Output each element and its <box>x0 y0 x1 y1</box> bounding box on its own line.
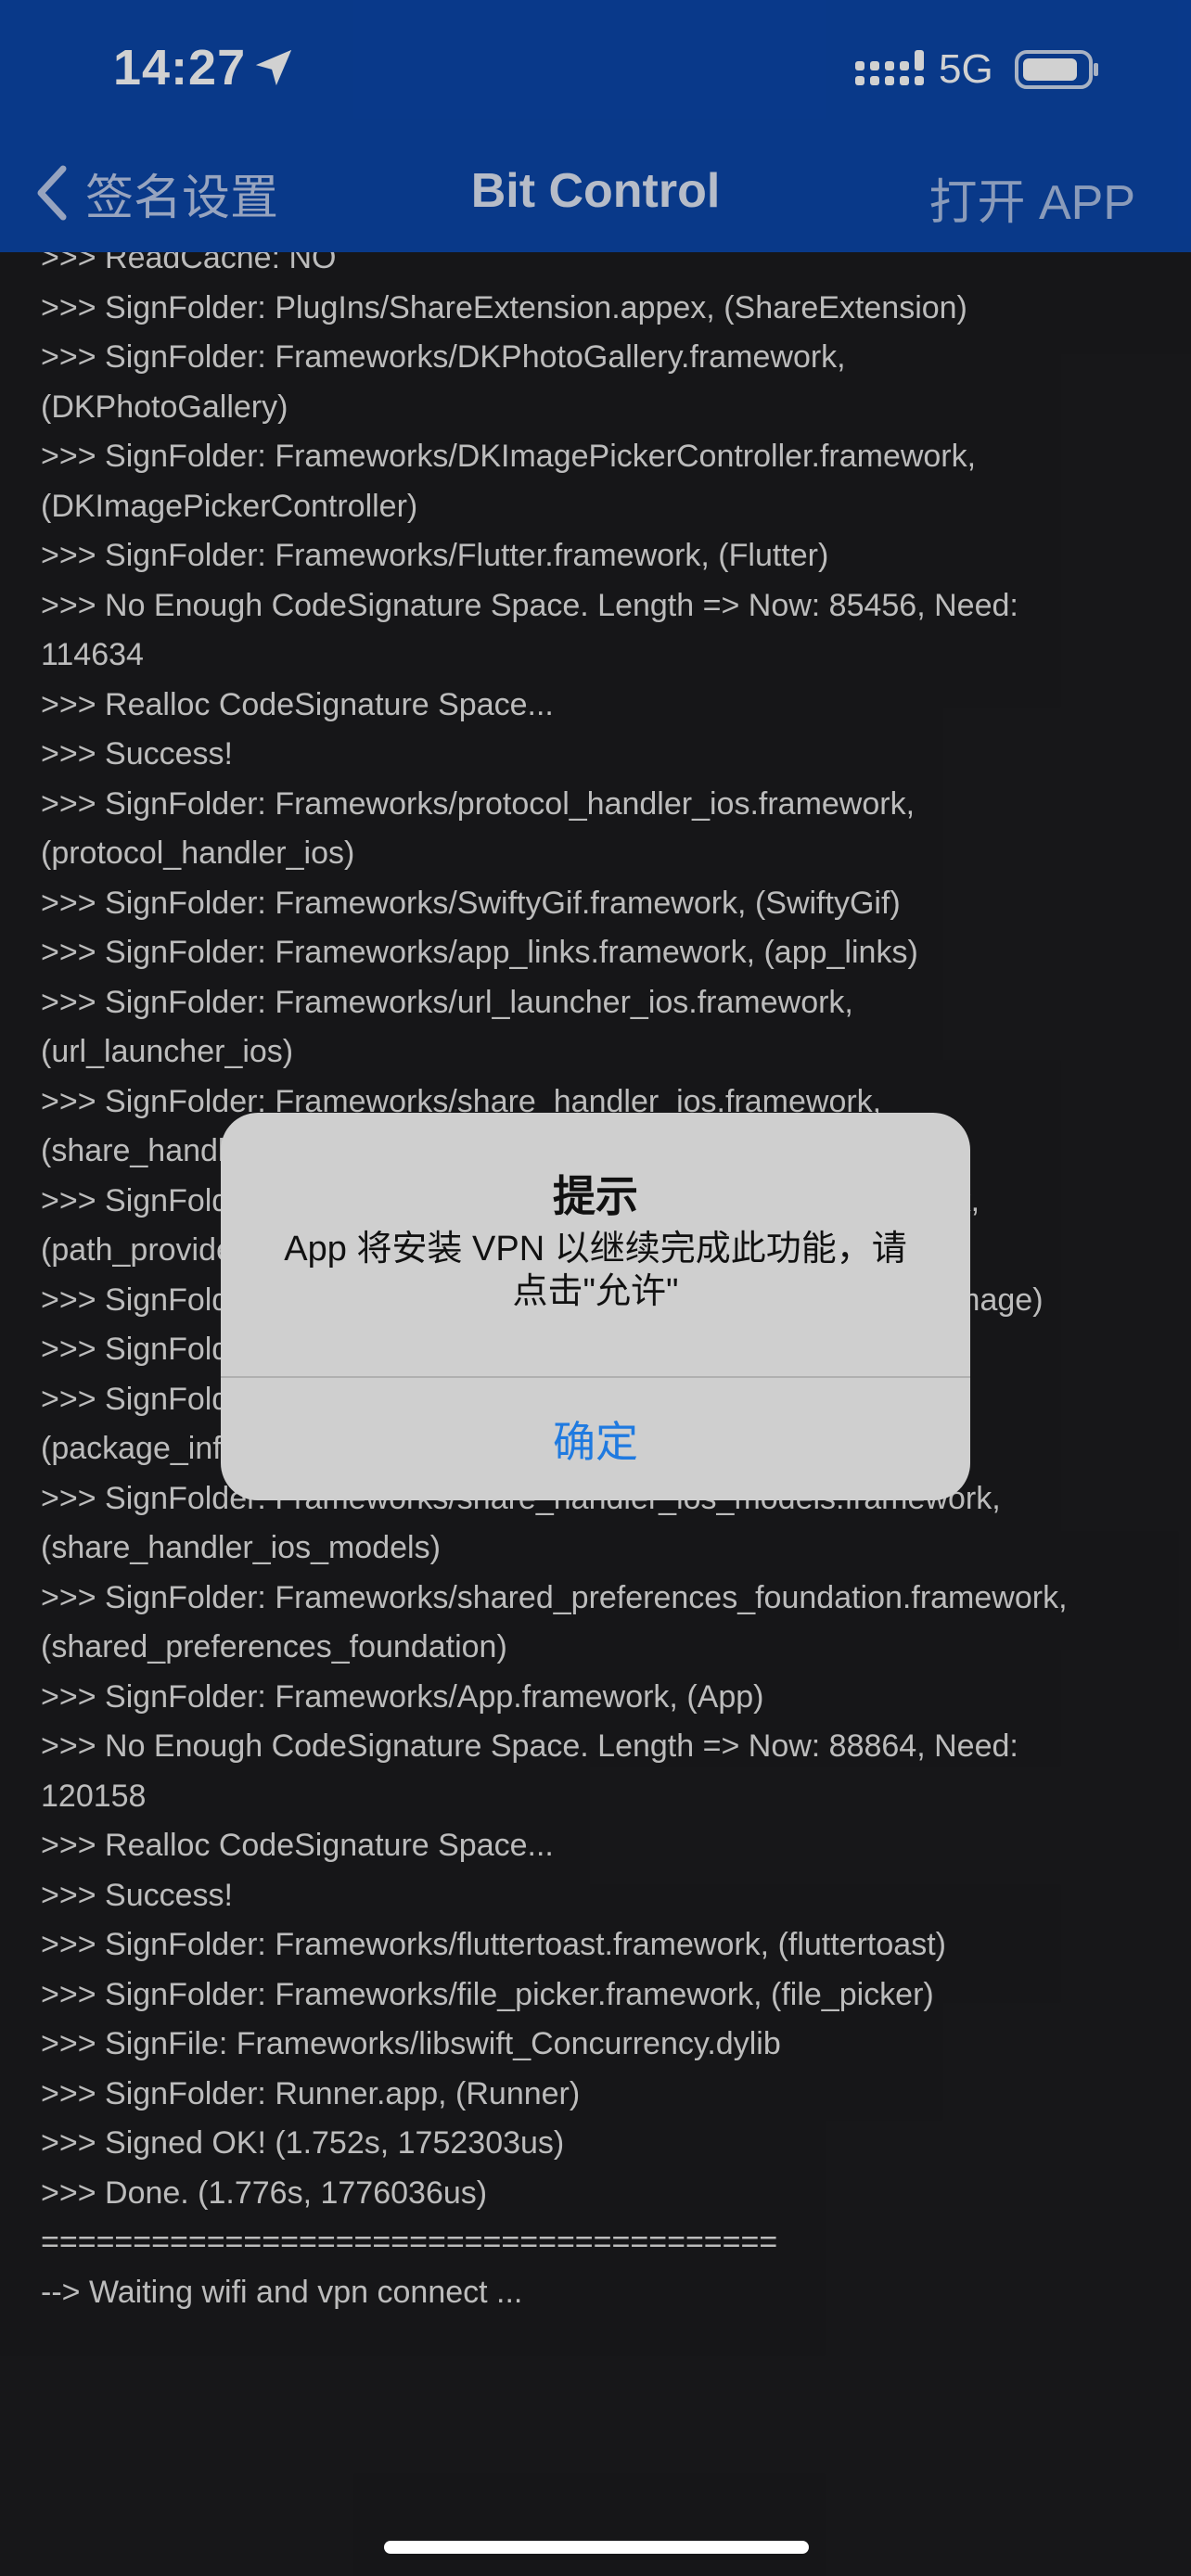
alert-dialog: 提示 App 将安装 VPN 以继续完成此功能，请点击"允许" 确定 <box>221 1113 970 1500</box>
dialog-title: 提示 <box>553 1172 638 1220</box>
confirm-button[interactable]: 确定 <box>221 1378 970 1500</box>
home-indicator <box>384 2541 809 2554</box>
dialog-message: App 将安装 VPN 以继续完成此功能，请点击"允许" <box>284 1230 907 1311</box>
